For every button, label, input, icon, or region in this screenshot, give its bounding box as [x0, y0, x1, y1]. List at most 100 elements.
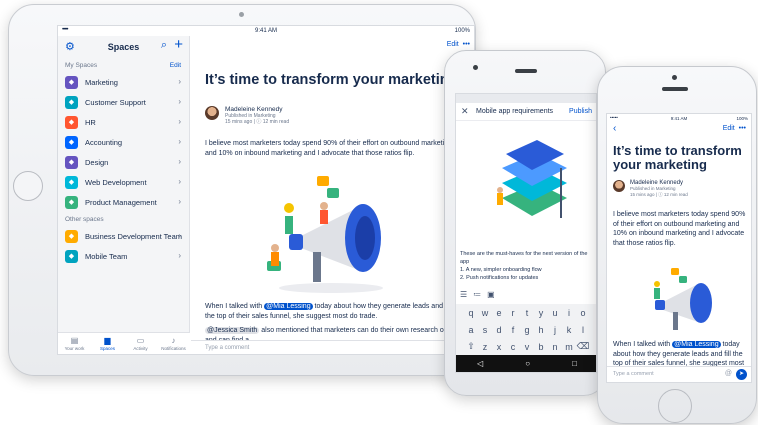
battery-icon: 100% — [736, 116, 748, 121]
key[interactable]: w — [478, 308, 492, 318]
sidebar-item-hr[interactable]: ◆ HR › — [58, 112, 189, 132]
publish-button[interactable]: Publish — [569, 108, 592, 115]
my-spaces-list: ◆ Marketing › ◆ Customer Support › ◆ HR › ◆ Accoun… — [58, 72, 189, 212]
key[interactable]: r — [506, 308, 520, 318]
bottom-tab-bar: ▤ Your work ▆ Spaces ▭ Activity ♪ Notificati… — [58, 332, 190, 354]
tab-your-work[interactable]: ▤ Your work — [58, 333, 91, 354]
nav-actions: Edit ••• — [723, 125, 746, 132]
space-icon: ◆ — [65, 249, 78, 263]
key[interactable]: b — [534, 342, 548, 352]
ipad-camera — [239, 12, 244, 17]
key[interactable]: e — [492, 308, 506, 318]
key[interactable]: u — [548, 308, 562, 318]
comment-input[interactable]: Type a comment — [191, 340, 474, 354]
key[interactable]: ⇧ — [464, 341, 478, 352]
key[interactable]: s — [478, 325, 492, 335]
key[interactable]: v — [520, 342, 534, 352]
sidebar-item-web-development[interactable]: ◆ Web Development › — [58, 172, 189, 192]
back-icon[interactable]: ◁ — [477, 359, 483, 368]
key[interactable]: o — [576, 308, 590, 318]
key[interactable]: c — [506, 342, 520, 352]
iphone-home-button[interactable] — [658, 389, 692, 423]
iphone-device: ••••• 9:41 AM 100% ‹ Edit ••• It’s time … — [597, 66, 757, 424]
keyboard-row: asdfghjkl — [456, 321, 596, 338]
send-icon[interactable]: ➤ — [736, 369, 747, 380]
sidebar-item-marketing[interactable]: ◆ Marketing › — [58, 72, 189, 92]
image-icon[interactable]: ▣ — [487, 290, 501, 299]
editor-body[interactable]: These are the must-haves for the next ve… — [460, 250, 594, 282]
key[interactable]: i — [562, 308, 576, 318]
chevron-left-icon[interactable]: ‹ — [613, 123, 616, 134]
tab-spaces[interactable]: ▆ Spaces — [91, 333, 124, 354]
tab-activity[interactable]: ▭ Activity — [124, 333, 157, 354]
chevron-right-icon: › — [178, 157, 181, 166]
key[interactable]: x — [492, 342, 506, 352]
ipad-home-button[interactable] — [13, 171, 43, 201]
key[interactable]: a — [464, 325, 478, 335]
avatar — [205, 106, 219, 120]
sidebar-item-label: Marketing — [85, 77, 118, 87]
edit-spaces-button[interactable]: Edit — [170, 62, 181, 69]
sidebar-item-business-development-team[interactable]: ◆ Business Development Team › — [58, 226, 189, 246]
comment-input[interactable]: Type a comment @ ➤ — [607, 366, 751, 382]
my-spaces-section: My Spaces Edit — [58, 58, 189, 72]
sidebar-item-design[interactable]: ◆ Design › — [58, 152, 189, 172]
megaphone-illustration — [267, 176, 383, 293]
ipad-device: ••••• 9:41 AM 100% ⚙ Spaces ⌕ + My Space… — [8, 4, 476, 376]
android-speaker — [515, 69, 537, 73]
add-space-button[interactable]: + — [174, 36, 183, 53]
bullet-list-icon[interactable]: ☰ — [460, 290, 473, 299]
close-icon[interactable]: ✕ — [461, 106, 469, 117]
edit-button[interactable]: Edit — [447, 41, 459, 48]
avatar — [613, 180, 625, 192]
key[interactable]: h — [534, 325, 548, 335]
key[interactable]: ⌫ — [576, 341, 590, 352]
key[interactable]: m — [562, 342, 576, 352]
status-time: 9:41 AM — [670, 116, 688, 121]
edit-button[interactable]: Edit — [723, 125, 735, 132]
section-label: Other spaces — [65, 216, 104, 223]
page-title: It’s time to transform your marketing — [205, 72, 458, 88]
sidebar-item-label: Business Development Team — [85, 231, 182, 241]
key[interactable]: t — [520, 308, 534, 318]
mention-chip[interactable]: @Jessica Smith — [205, 327, 260, 334]
article-paragraph: I believe most marketers today spend 90%… — [613, 211, 746, 247]
key[interactable]: j — [548, 325, 562, 335]
key[interactable]: g — [520, 325, 534, 335]
read-time: 15 mins ago | ⓘ 12 min read — [630, 191, 688, 197]
sidebar-item-label: Customer Support — [85, 97, 146, 107]
section-label: My Spaces — [65, 62, 98, 69]
space-icon: ◆ — [65, 135, 78, 149]
mention-chip[interactable]: @Mia Lessing — [264, 303, 313, 310]
chevron-right-icon: › — [178, 137, 181, 146]
key[interactable]: q — [464, 308, 478, 318]
tab-notifications[interactable]: ♪ Notifications — [157, 333, 190, 354]
key[interactable]: f — [506, 325, 520, 335]
format-toolbar: ☰≔▣ — [460, 290, 501, 299]
author-name: Madeleine Kennedy — [225, 106, 283, 113]
mention-chip[interactable]: @Mia Lessing — [672, 341, 721, 348]
sidebar-item-product-management[interactable]: ◆ Product Management › — [58, 192, 189, 212]
sidebar-item-customer-support[interactable]: ◆ Customer Support › — [58, 92, 189, 112]
recents-icon[interactable]: □ — [572, 359, 577, 368]
chevron-right-icon: › — [178, 97, 181, 106]
key[interactable]: z — [478, 342, 492, 352]
sidebar-item-accounting[interactable]: ◆ Accounting › — [58, 132, 189, 152]
more-icon[interactable]: ••• — [739, 125, 746, 132]
key[interactable]: n — [548, 342, 562, 352]
key[interactable]: k — [562, 325, 576, 335]
status-time: 9:41 AM — [254, 28, 277, 34]
home-icon[interactable]: ○ — [525, 359, 530, 368]
search-icon[interactable]: ⌕ — [161, 39, 167, 52]
numbered-list-icon[interactable]: ≔ — [473, 290, 487, 299]
sidebar-item-mobile-team[interactable]: ◆ Mobile Team › — [58, 246, 189, 266]
key[interactable]: d — [492, 325, 506, 335]
read-time: 15 mins ago | ⓘ 12 min read — [225, 119, 290, 125]
at-mention-icon[interactable]: @ — [725, 370, 732, 377]
battery-icon: 100% — [454, 28, 470, 34]
key[interactable]: l — [576, 325, 590, 335]
key[interactable]: y — [534, 308, 548, 318]
more-icon[interactable]: ••• — [463, 41, 470, 48]
iphone-nav-bar: ‹ Edit ••• — [607, 123, 751, 137]
sidebar-item-label: Design — [85, 157, 109, 167]
